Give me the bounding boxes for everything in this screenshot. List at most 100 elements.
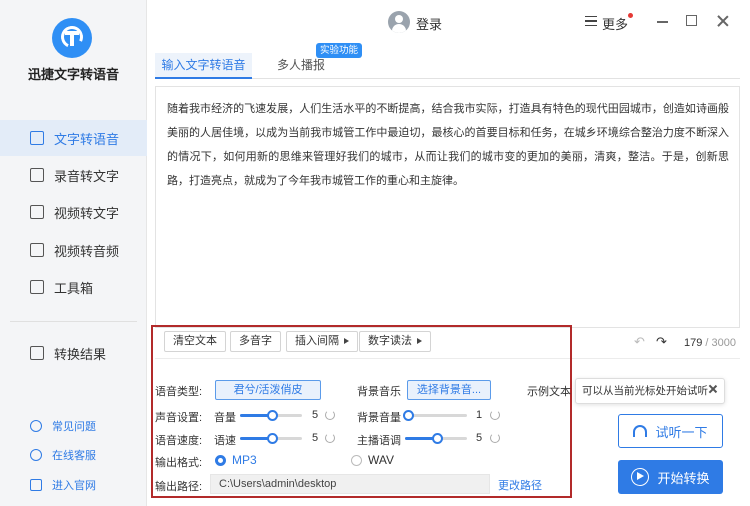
voice-type-button[interactable]: 君兮/活泼俏皮	[215, 380, 321, 400]
reset-icon[interactable]	[490, 410, 500, 420]
pitch-value: 5	[476, 432, 483, 444]
monitor-icon	[30, 479, 42, 491]
sidebar-item-label: 视频转文字	[54, 205, 120, 221]
sound-settings-label: 声音设置:	[155, 412, 203, 424]
mp3-radio[interactable]	[215, 455, 226, 466]
sidebar-item-label: 工具箱	[54, 280, 94, 296]
bgm-volume-slider[interactable]	[403, 410, 467, 421]
number-reading-button[interactable]: 数字读法	[359, 331, 431, 352]
speed-value: 5	[312, 432, 319, 444]
support-label: 在线客服	[52, 450, 96, 462]
text-to-speech-icon	[30, 131, 44, 145]
bgm-volume-value: 1	[476, 409, 483, 421]
video-audio-icon	[30, 243, 44, 257]
minimize-icon[interactable]	[657, 21, 668, 23]
sidebar-item-label: 文字转语音	[54, 131, 120, 147]
reset-icon[interactable]	[490, 433, 500, 443]
sidebar-item-label: 录音转文字	[54, 168, 120, 184]
change-path-link[interactable]: 更改路径	[498, 477, 542, 493]
online-support-link[interactable]: 在线客服	[0, 444, 147, 466]
output-format-label: 输出格式:	[155, 457, 203, 469]
faq-link[interactable]: 常见问题	[0, 415, 147, 437]
insert-pause-button[interactable]: 插入间隔	[286, 331, 358, 352]
polyphone-label: 多音字	[239, 335, 272, 347]
more-button[interactable]: 更多	[602, 14, 628, 33]
wav-label[interactable]: WAV	[368, 453, 394, 467]
sidebar-item-label: 转换结果	[54, 346, 107, 362]
website-label: 进入官网	[52, 480, 96, 492]
sidebar-item-video-to-text[interactable]: 视频转文字	[0, 194, 147, 230]
start-convert-button[interactable]: 开始转换	[618, 460, 723, 494]
play-icon	[631, 468, 650, 486]
bgm-volume-knob[interactable]	[403, 410, 415, 421]
sidebar-item-text-to-speech[interactable]: 文字转语音	[0, 120, 147, 156]
redo-icon[interactable]: ↷	[656, 335, 668, 348]
clear-text-label: 清空文本	[173, 335, 217, 347]
headphones-icon	[633, 425, 648, 437]
video-text-icon	[30, 205, 44, 219]
volume-knob[interactable]	[267, 410, 279, 421]
output-path-label: 输出路径:	[155, 481, 203, 493]
bgm-volume-label: 背景音量	[357, 412, 401, 424]
sidebar-item-recording-to-text[interactable]: 录音转文字	[0, 157, 147, 193]
website-link[interactable]: 进入官网	[0, 474, 147, 496]
mp3-label[interactable]: MP3	[232, 453, 257, 467]
caret-right-icon	[344, 338, 349, 345]
example-text-label[interactable]: 示例文本	[527, 383, 571, 399]
headset-icon	[30, 449, 42, 461]
clear-text-button[interactable]: 清空文本	[164, 331, 226, 352]
menu-icon[interactable]	[585, 16, 597, 26]
toolbox-icon	[30, 280, 44, 294]
polyphone-button[interactable]: 多音字	[230, 331, 281, 352]
results-icon	[30, 346, 44, 360]
caret-right-icon	[417, 338, 422, 345]
number-reading-label: 数字读法	[368, 335, 412, 347]
maximize-icon[interactable]	[686, 15, 697, 26]
speech-speed-label: 语音速度:	[155, 435, 203, 447]
avatar[interactable]	[388, 11, 410, 33]
sidebar-divider	[10, 321, 137, 322]
listen-button[interactable]: 试听一下	[618, 414, 723, 448]
tab-text-to-speech[interactable]: 输入文字转语音	[155, 53, 252, 79]
wav-radio[interactable]	[351, 455, 362, 466]
sidebar-item-video-to-audio[interactable]: 视频转音频	[0, 232, 147, 268]
pitch-slider[interactable]	[405, 433, 467, 444]
close-icon[interactable]	[716, 14, 730, 28]
notification-dot	[628, 13, 633, 18]
sidebar-item-toolbox[interactable]: 工具箱	[0, 269, 147, 305]
close-icon[interactable]	[708, 384, 718, 394]
listen-label: 试听一下	[655, 424, 708, 440]
speed-knob[interactable]	[267, 433, 279, 444]
sidebar-item-results[interactable]: 转换结果	[0, 335, 147, 371]
toolbar-divider	[155, 358, 740, 359]
volume-slider[interactable]	[240, 410, 302, 421]
sidebar-item-label: 视频转音频	[54, 243, 120, 259]
undo-icon[interactable]: ↶	[634, 335, 646, 348]
pitch-label: 主播语调	[357, 435, 401, 447]
bgm-select-button[interactable]: 选择背景音...	[407, 380, 491, 400]
recording-icon	[30, 168, 44, 182]
reset-icon[interactable]	[325, 433, 335, 443]
output-path-field[interactable]: C:\Users\admin\desktop	[210, 474, 490, 494]
char-count-max: / 3000	[705, 337, 737, 349]
reset-icon[interactable]	[325, 410, 335, 420]
char-counter: 179 / 3000	[684, 337, 736, 349]
question-icon	[30, 420, 42, 432]
volume-label: 音量	[214, 412, 236, 424]
bgm-label: 背景音乐	[357, 386, 401, 398]
experimental-badge: 实验功能	[316, 43, 363, 58]
speed-label: 语速	[214, 435, 236, 447]
volume-value: 5	[312, 409, 319, 421]
app-logo-icon	[52, 18, 92, 58]
insert-pause-label: 插入间隔	[295, 335, 339, 347]
speed-slider[interactable]	[240, 433, 302, 444]
app-title: 迅捷文字转语音	[27, 67, 119, 82]
char-count-value: 179	[684, 337, 703, 349]
faq-label: 常见问题	[52, 421, 96, 433]
pitch-knob[interactable]	[432, 433, 444, 444]
editor-content[interactable]: 随着我市经济的飞速发展，人们生活水平的不断提高，结合我市实际，打造具有特色的现代…	[167, 97, 729, 193]
hint-tooltip: 可以从当前光标处开始试听	[575, 378, 725, 404]
login-button[interactable]: 登录	[416, 14, 442, 33]
start-convert-label: 开始转换	[657, 470, 710, 486]
voice-type-label: 语音类型:	[155, 386, 203, 398]
